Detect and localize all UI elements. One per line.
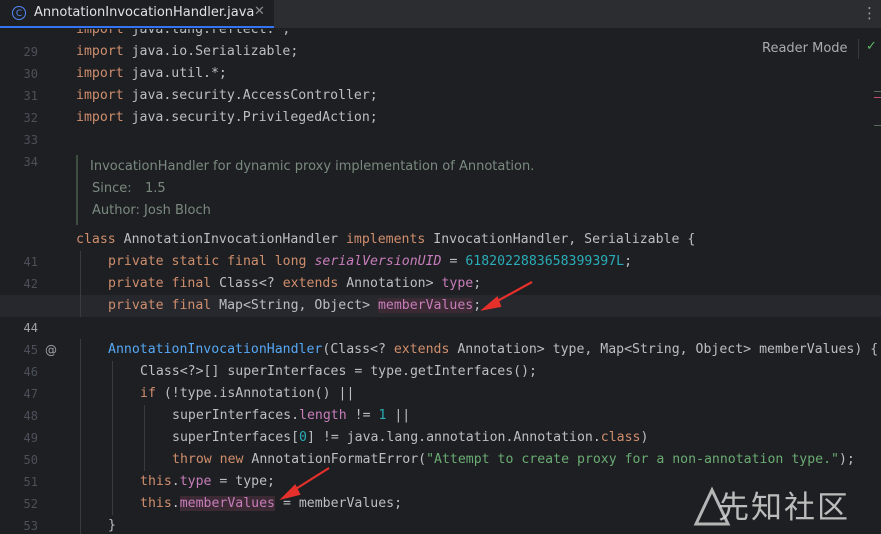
watermark-text: 先知社区: [718, 490, 850, 526]
red-arrow-head: [480, 296, 502, 311]
red-arrow-head: [279, 484, 301, 501]
annotation-arrows: [279, 281, 533, 501]
